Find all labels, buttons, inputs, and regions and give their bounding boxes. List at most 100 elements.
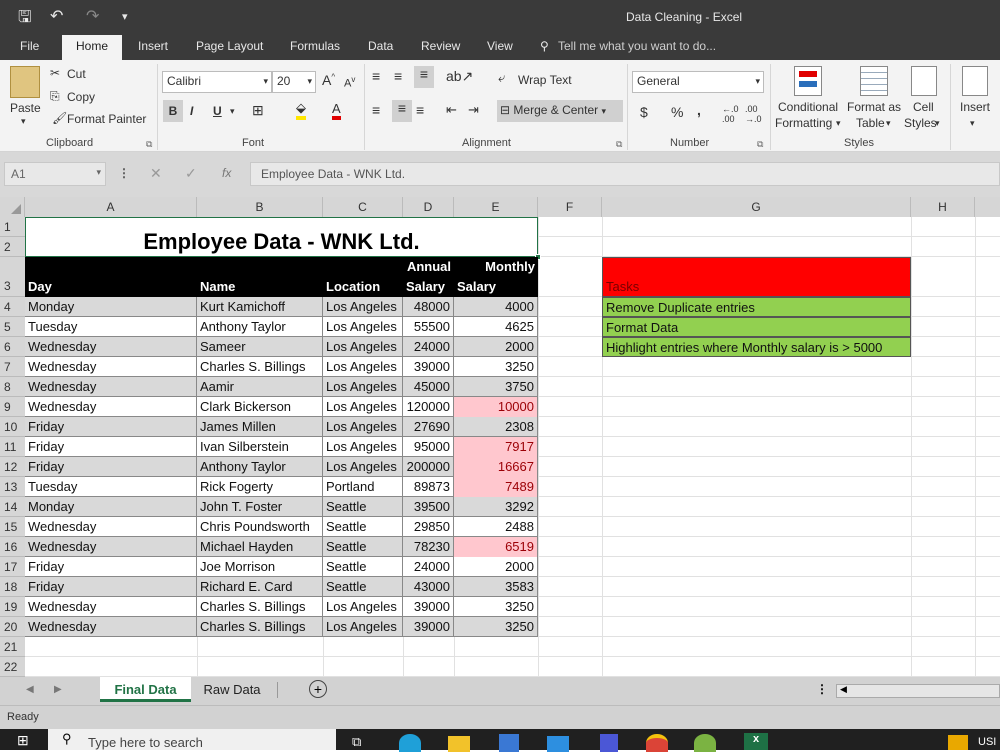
prev-sheet-icon[interactable]: ◀ xyxy=(26,684,34,695)
day-cell[interactable]: Wednesday xyxy=(25,337,197,357)
row-header[interactable]: 2 xyxy=(0,237,25,257)
percent-button[interactable]: % xyxy=(671,104,683,120)
row-header[interactable]: 12 xyxy=(0,457,25,477)
name-cell[interactable]: Rick Fogerty xyxy=(197,477,323,497)
tab-data[interactable]: Data xyxy=(368,39,393,53)
paste-dropdown-icon[interactable]: ▾ xyxy=(21,116,26,127)
redo-icon[interactable]: ↷ xyxy=(86,6,99,26)
name-cell[interactable]: James Millen xyxy=(197,417,323,437)
day-cell[interactable]: Wednesday xyxy=(25,617,197,637)
day-cell[interactable]: Friday xyxy=(25,557,197,577)
borders-icon[interactable]: ⊞ xyxy=(252,102,264,119)
increase-font-icon[interactable]: A^ xyxy=(322,72,335,88)
name-cell[interactable]: Chris Poundsworth xyxy=(197,517,323,537)
add-sheet-icon[interactable]: + xyxy=(309,680,327,698)
monthly-salary-cell[interactable]: 3250 xyxy=(454,597,538,617)
name-cell[interactable]: Charles S. Billings xyxy=(197,617,323,637)
alignment-launcher-icon[interactable]: ⧉ xyxy=(616,139,622,150)
monthly-salary-cell[interactable]: 4625 xyxy=(454,317,538,337)
column-header[interactable]: C xyxy=(323,197,403,217)
monthly-salary-cell[interactable]: 3250 xyxy=(454,617,538,637)
day-cell[interactable]: Monday xyxy=(25,297,197,317)
location-cell[interactable]: Seattle xyxy=(323,517,403,537)
row-header[interactable]: 10 xyxy=(0,417,25,437)
location-cell[interactable]: Seattle xyxy=(323,537,403,557)
copy-button[interactable]: Copy xyxy=(67,90,95,104)
task-item-cell[interactable]: Format Data xyxy=(602,317,911,337)
save-icon[interactable]: 🖫 xyxy=(18,6,32,33)
tab-view[interactable]: View xyxy=(487,39,513,53)
monthly-salary-cell[interactable]: 2000 xyxy=(454,557,538,577)
language-indicator[interactable]: USI xyxy=(978,736,996,748)
row-header[interactable]: 19 xyxy=(0,597,25,617)
excel-icon[interactable]: x xyxy=(744,733,768,750)
location-cell[interactable]: Los Angeles xyxy=(323,317,403,337)
wrap-text-icon[interactable]: ⤶ xyxy=(498,70,505,86)
column-heading[interactable]: Salary xyxy=(454,277,538,297)
row-header[interactable]: 4 xyxy=(0,297,25,317)
cut-button[interactable]: Cut xyxy=(67,67,86,81)
format-as-table-button[interactable]: Format as xyxy=(847,100,901,114)
align-center-icon[interactable]: ≡ xyxy=(392,100,412,122)
cell-styles-button[interactable]: Cell xyxy=(913,100,934,114)
underline-button[interactable]: U xyxy=(213,104,222,118)
annual-salary-cell[interactable]: 24000 xyxy=(403,557,454,577)
insert-button[interactable]: Insert xyxy=(960,100,990,114)
day-cell[interactable]: Tuesday xyxy=(25,317,197,337)
annual-salary-cell[interactable]: 45000 xyxy=(403,377,454,397)
location-cell[interactable]: Seattle xyxy=(323,557,403,577)
day-cell[interactable]: Wednesday xyxy=(25,397,197,417)
annual-salary-cell[interactable]: 39500 xyxy=(403,497,454,517)
formula-input[interactable]: Employee Data - WNK Ltd. xyxy=(250,162,1000,186)
app-icon[interactable] xyxy=(600,734,618,752)
insert-cells-icon[interactable] xyxy=(962,66,988,96)
more-options-icon[interactable]: ⋮ xyxy=(816,682,828,696)
select-all-button[interactable] xyxy=(0,197,25,217)
column-header[interactable]: A xyxy=(25,197,197,217)
day-cell[interactable]: Monday xyxy=(25,497,197,517)
sheet-tab-raw-data[interactable]: Raw Data xyxy=(192,677,272,702)
day-cell[interactable]: Friday xyxy=(25,457,197,477)
column-heading[interactable]: Name xyxy=(197,277,323,297)
location-cell[interactable]: Los Angeles xyxy=(323,417,403,437)
tell-me-search[interactable]: Tell me what you want to do... xyxy=(558,39,716,53)
name-box[interactable]: A1 ▾ xyxy=(4,162,106,186)
brush-icon[interactable]: 🖌 xyxy=(52,111,67,125)
fill-color-icon[interactable]: ⬙ xyxy=(296,100,306,120)
row-header[interactable]: 21 xyxy=(0,637,25,657)
row-header[interactable]: 3 xyxy=(0,257,25,297)
monthly-salary-cell[interactable]: 2488 xyxy=(454,517,538,537)
annual-salary-cell[interactable]: 120000 xyxy=(403,397,454,417)
windows-start-icon[interactable]: ⊞ xyxy=(17,732,29,749)
name-cell[interactable]: Anthony Taylor xyxy=(197,457,323,477)
day-cell[interactable]: Wednesday xyxy=(25,517,197,537)
location-cell[interactable]: Los Angeles xyxy=(323,337,403,357)
scissors-icon[interactable]: ✂ xyxy=(50,66,60,80)
annual-salary-cell[interactable]: 39000 xyxy=(403,617,454,637)
task-item-cell[interactable]: Remove Duplicate entries xyxy=(602,297,911,317)
monthly-salary-cell[interactable]: 3292 xyxy=(454,497,538,517)
day-cell[interactable]: Wednesday xyxy=(25,377,197,397)
column-heading[interactable]: Monthly xyxy=(454,257,538,277)
name-cell[interactable]: Richard E. Card xyxy=(197,577,323,597)
location-cell[interactable]: Portland xyxy=(323,477,403,497)
day-cell[interactable]: Wednesday xyxy=(25,597,197,617)
row-header[interactable]: 13 xyxy=(0,477,25,497)
taskbar-search[interactable]: ⚲ Type here to search xyxy=(48,729,336,750)
name-cell[interactable]: Kurt Kamichoff xyxy=(197,297,323,317)
cell-styles-button-line2[interactable]: Styles xyxy=(904,116,937,130)
italic-button[interactable]: I xyxy=(190,104,193,118)
row-header[interactable]: 20 xyxy=(0,617,25,637)
annual-salary-cell[interactable]: 89873 xyxy=(403,477,454,497)
align-right-icon[interactable]: ≡ xyxy=(416,102,424,118)
row-header[interactable]: 5 xyxy=(0,317,25,337)
tasks-header-cell[interactable]: Tasks xyxy=(602,257,911,297)
monthly-salary-cell[interactable]: 2000 xyxy=(454,337,538,357)
sheet-tab-final-data[interactable]: Final Data xyxy=(100,677,191,702)
location-cell[interactable]: Los Angeles xyxy=(323,617,403,637)
decrease-indent-icon[interactable]: ⇤ xyxy=(446,102,457,118)
next-sheet-icon[interactable]: ▶ xyxy=(54,684,62,695)
location-cell[interactable]: Los Angeles xyxy=(323,457,403,477)
column-heading[interactable]: Salary xyxy=(403,277,454,297)
monthly-salary-cell[interactable]: 10000 xyxy=(454,397,538,417)
